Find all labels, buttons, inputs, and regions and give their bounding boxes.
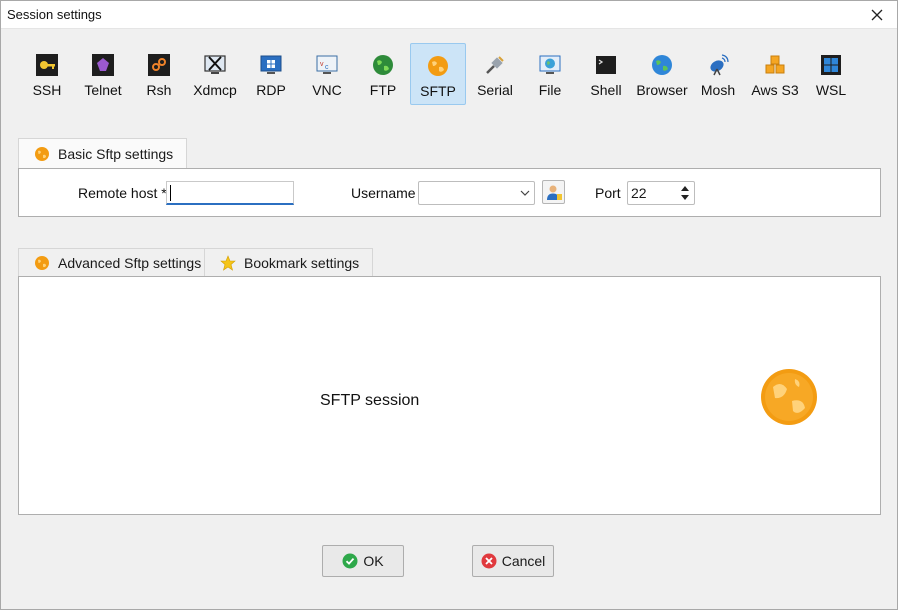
port-spinbox[interactable]: 22 (627, 181, 695, 205)
browser-globe-icon (652, 55, 672, 75)
tab-bookmark-settings[interactable]: Bookmark settings (204, 248, 374, 277)
session-type-xdmcp[interactable]: Xdmcp (187, 43, 243, 105)
session-type-file[interactable]: File (522, 43, 578, 105)
session-type-label: Rsh (146, 82, 172, 98)
rsh-icon (148, 54, 170, 76)
star-icon (220, 255, 236, 271)
ok-button[interactable]: OK (322, 545, 404, 577)
close-icon (871, 9, 883, 20)
spin-down-icon[interactable] (681, 195, 689, 201)
session-type-mosh[interactable]: Mosh (690, 43, 746, 105)
sftp-globe-icon (35, 147, 49, 161)
session-type-caption: SFTP session (320, 392, 420, 409)
session-type-ftp[interactable]: FTP (355, 43, 411, 105)
checkmark-icon (342, 553, 358, 569)
shell-terminal-icon (596, 56, 616, 74)
port-label: Port (595, 185, 621, 201)
session-type-label: Mosh (700, 82, 736, 98)
tab-label: Bookmark settings (244, 255, 360, 271)
close-button[interactable] (857, 1, 897, 28)
session-type-label: Xdmcp (193, 82, 237, 98)
telnet-icon (92, 54, 114, 76)
cancel-label: Cancel (501, 553, 546, 569)
session-type-label: SFTP (420, 83, 456, 99)
username-label: Username (351, 185, 416, 201)
tab-advanced-sftp-settings[interactable]: Advanced Sftp settings (18, 248, 216, 277)
ok-label: OK (363, 553, 384, 569)
session-type-shell[interactable]: Shell (578, 43, 634, 105)
session-type-serial[interactable]: Serial (467, 43, 523, 105)
session-type-rdp[interactable]: RDP (243, 43, 299, 105)
cancel-button[interactable]: Cancel (472, 545, 554, 577)
session-type-label: SSH (32, 82, 62, 98)
session-type-vnc[interactable]: v c VNC (299, 43, 355, 105)
session-type-label: Shell (590, 82, 622, 98)
rdp-icon (260, 55, 282, 74)
session-type-sftp[interactable]: SFTP (410, 43, 466, 105)
user-icon (546, 185, 562, 200)
session-type-label: Telnet (84, 82, 122, 98)
aws-cubes-icon (765, 55, 785, 74)
chevron-down-icon (520, 190, 530, 196)
tab-basic-sftp-settings[interactable]: Basic Sftp settings (18, 138, 188, 169)
text-caret (170, 185, 171, 201)
key-icon (36, 54, 58, 76)
sftp-globe-icon (428, 56, 448, 76)
session-type-rsh[interactable]: Rsh (131, 43, 187, 105)
remote-host-input[interactable] (166, 181, 294, 205)
tab-label: Basic Sftp settings (58, 146, 174, 162)
session-type-label: Aws S3 (751, 82, 799, 98)
sftp-globe-icon (35, 256, 49, 270)
tab-label: Advanced Sftp settings (58, 255, 202, 271)
session-type-label: File (538, 82, 562, 98)
cancel-x-icon (481, 553, 497, 569)
user-credentials-button[interactable] (542, 180, 565, 204)
session-type-label: FTP (369, 82, 397, 98)
port-value: 22 (631, 185, 647, 201)
sftp-large-globe-icon (761, 369, 817, 425)
svg-text:c: c (325, 64, 329, 71)
session-type-aws-s3[interactable]: Aws S3 (747, 43, 803, 105)
session-type-wsl[interactable]: WSL (803, 43, 859, 105)
file-monitor-icon (539, 55, 561, 74)
serial-plug-icon (486, 56, 504, 74)
session-type-ssh[interactable]: SSH (19, 43, 75, 105)
session-type-label: RDP (256, 82, 286, 98)
window-title: Session settings (7, 7, 102, 22)
session-type-telnet[interactable]: Telnet (75, 43, 131, 105)
vnc-icon: v c (316, 55, 338, 74)
advanced-settings-panel: SFTP session (18, 276, 881, 515)
basic-settings-panel: Remote host * Username Port 22 (18, 168, 881, 217)
xdmcp-icon (204, 55, 226, 74)
session-type-label: Serial (477, 82, 513, 98)
username-combobox[interactable] (418, 181, 535, 205)
session-settings-window: Session settings SSH Telnet Rsh Xdmcp RD… (0, 0, 898, 610)
title-bar: Session settings (1, 1, 897, 29)
session-type-browser[interactable]: Browser (634, 43, 690, 105)
session-type-toolbar: SSH Telnet Rsh Xdmcp RDP v c VNC FTP SFT… (19, 41, 879, 107)
session-type-label: VNC (312, 82, 342, 98)
windows-logo-icon (821, 55, 841, 75)
session-type-label: Browser (636, 82, 688, 98)
spin-up-icon[interactable] (681, 185, 689, 191)
ftp-globe-icon (373, 55, 393, 75)
svg-text:v: v (320, 61, 324, 68)
session-type-label: WSL (815, 82, 847, 98)
mosh-antenna-icon (710, 54, 729, 76)
remote-host-label: Remote host * (78, 185, 167, 201)
